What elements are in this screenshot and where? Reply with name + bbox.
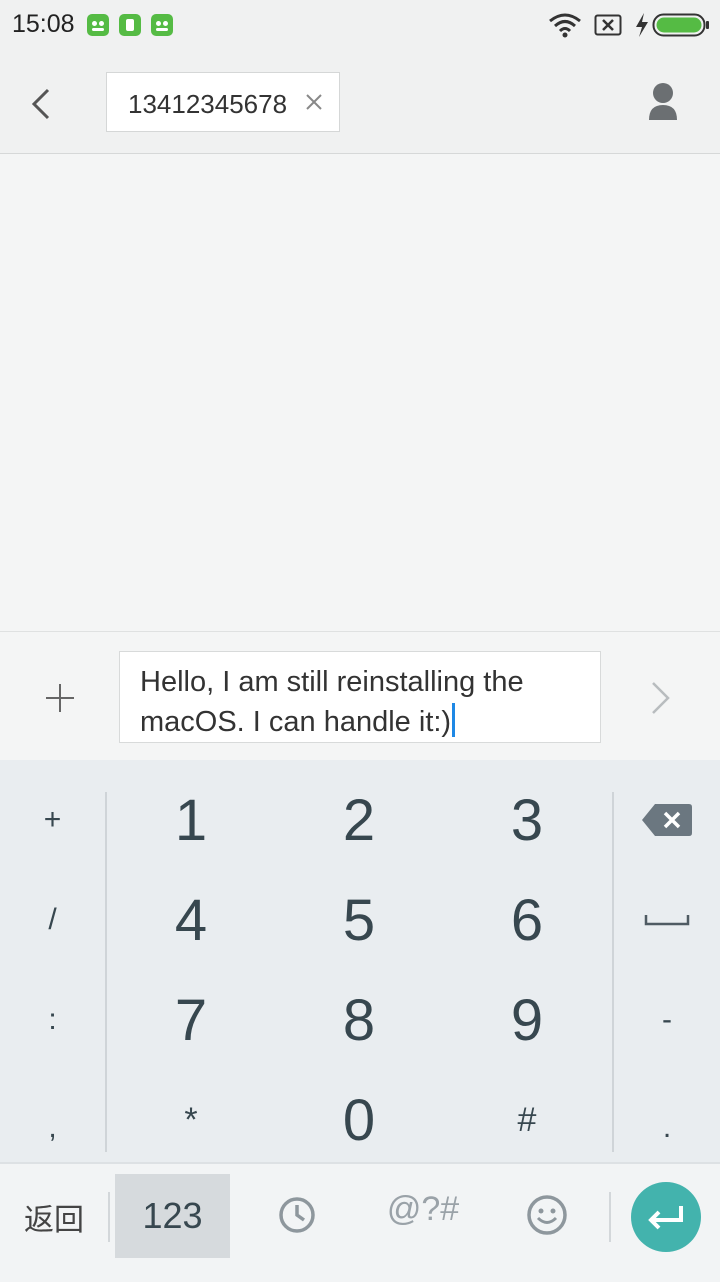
text-caret xyxy=(452,703,456,737)
keyboard-toolbar: 返回 123 @?# xyxy=(0,1162,720,1282)
key-1[interactable]: 1 xyxy=(107,770,275,870)
key-9[interactable]: 9 xyxy=(443,970,611,1070)
key-7[interactable]: 7 xyxy=(107,970,275,1070)
key-8[interactable]: 8 xyxy=(275,970,443,1070)
plus-icon[interactable] xyxy=(38,676,82,720)
space-icon xyxy=(644,915,690,926)
app-notification-icon xyxy=(87,14,109,36)
clear-icon[interactable] xyxy=(304,92,324,112)
conversation-header: 13412345678 xyxy=(0,52,720,154)
message-input[interactable]: Hello, I am still reinstalling the macOS… xyxy=(119,651,601,743)
app-notification-icon xyxy=(151,14,173,36)
backspace-key[interactable] xyxy=(614,770,720,870)
emoji-icon[interactable] xyxy=(524,1192,570,1238)
send-arrow-icon[interactable] xyxy=(640,678,680,718)
toolbar-divider xyxy=(609,1192,611,1242)
return-button[interactable]: 返回 xyxy=(0,1164,108,1270)
key-0[interactable]: 0 xyxy=(275,1070,443,1170)
sim-card-icon xyxy=(119,14,141,36)
key-asterisk[interactable]: * xyxy=(107,1070,275,1170)
no-sim-icon xyxy=(594,14,622,36)
numeric-mode-button[interactable]: 123 xyxy=(115,1174,230,1258)
space-key[interactable] xyxy=(614,870,720,970)
key-slash[interactable]: / xyxy=(0,870,105,970)
key-5[interactable]: 5 xyxy=(275,870,443,970)
clock-icon[interactable] xyxy=(274,1192,320,1238)
toolbar-divider xyxy=(108,1192,110,1242)
battery-icon xyxy=(652,13,709,37)
recipient-number: 13412345678 xyxy=(128,89,288,119)
enter-icon xyxy=(648,1206,683,1230)
status-bar: 15:08 xyxy=(0,0,720,52)
backspace-icon xyxy=(642,804,692,836)
key-2[interactable]: 2 xyxy=(275,770,443,870)
composer-bar: Hello, I am still reinstalling the macOS… xyxy=(0,631,720,761)
key-dash[interactable]: - xyxy=(614,970,720,1070)
key-4[interactable]: 4 xyxy=(107,870,275,970)
status-time: 15:08 xyxy=(12,10,75,38)
key-colon[interactable]: : xyxy=(0,970,105,1070)
back-arrow-icon[interactable] xyxy=(18,82,66,126)
numeric-keypad: + / : , 1 2 3 4 5 6 7 8 9 * 0 # - . xyxy=(0,760,720,1162)
contact-icon[interactable] xyxy=(636,78,690,128)
recipient-field[interactable]: 13412345678 xyxy=(106,72,340,132)
symbols-button[interactable]: @?# xyxy=(372,1184,474,1234)
key-hash[interactable]: # xyxy=(443,1070,611,1170)
wifi-icon xyxy=(549,13,581,38)
charging-icon xyxy=(636,13,648,37)
message-thread xyxy=(0,154,720,630)
enter-button[interactable] xyxy=(631,1182,701,1252)
message-text: Hello, I am still reinstalling the macOS… xyxy=(140,666,524,738)
key-6[interactable]: 6 xyxy=(443,870,611,970)
key-3[interactable]: 3 xyxy=(443,770,611,870)
key-plus[interactable]: + xyxy=(0,770,105,870)
